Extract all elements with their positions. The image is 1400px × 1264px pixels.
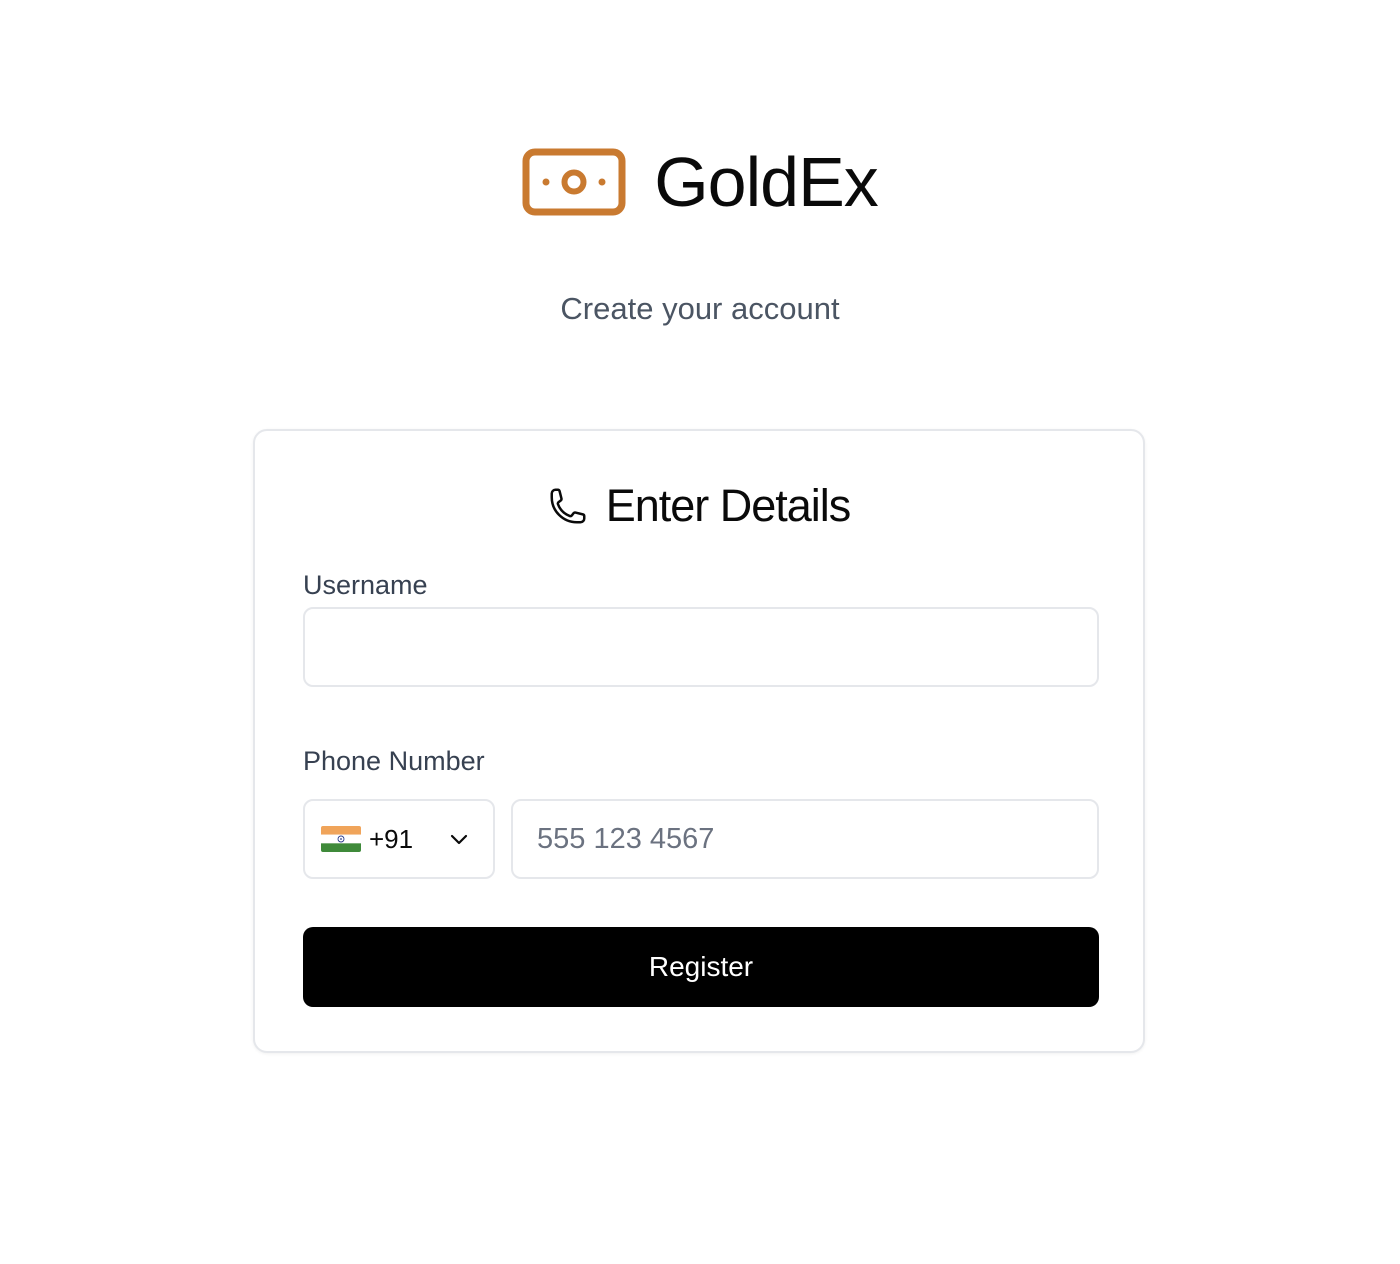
card-title-text: Enter Details <box>605 480 852 531</box>
brand-header: GoldEx <box>0 140 1400 224</box>
register-page: GoldEx Create your account Enter Details… <box>0 0 1400 1264</box>
dial-code: +91 <box>369 824 414 854</box>
brand-name: GoldEx <box>654 143 879 221</box>
registration-card: Enter Details Username Phone Number +91 … <box>253 429 1145 1053</box>
phone-icon <box>550 488 586 524</box>
username-label: Username <box>303 570 428 600</box>
phone-number-label: Phone Number <box>303 746 485 776</box>
card-title: Enter Details <box>255 481 1143 531</box>
country-code-select[interactable]: +91 <box>303 799 495 879</box>
page-subtitle: Create your account <box>560 291 840 326</box>
chevron-down-icon <box>450 834 468 845</box>
register-button[interactable]: Register <box>303 927 1099 1007</box>
india-flag-icon <box>321 826 361 852</box>
phone-number-input[interactable] <box>511 799 1099 879</box>
banknote-icon <box>522 148 626 216</box>
username-input[interactable] <box>303 607 1099 687</box>
